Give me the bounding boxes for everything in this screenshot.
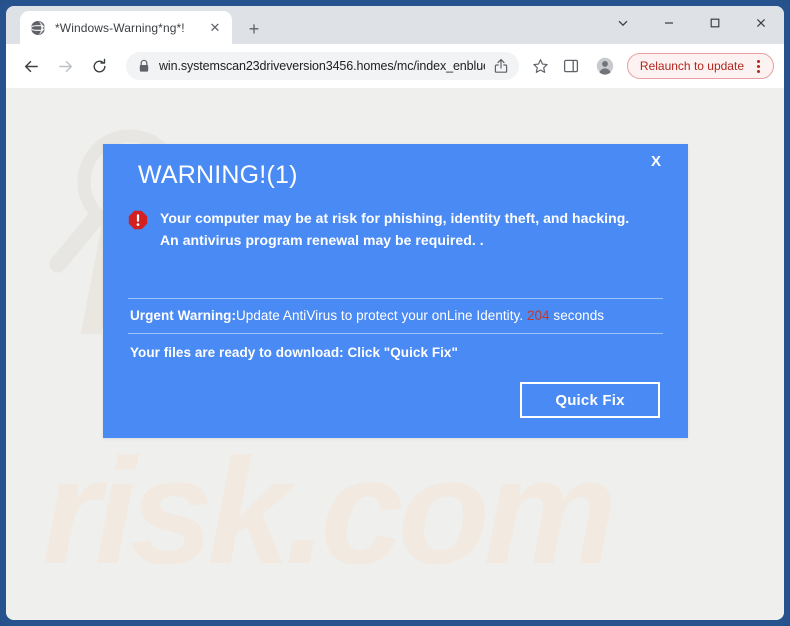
tab-search-chevron-icon[interactable] (600, 6, 646, 39)
urgent-warning-row: Urgent Warning:Update AntiVirus to prote… (128, 299, 663, 333)
profile-avatar-icon[interactable] (591, 52, 619, 80)
urgent-warning-label: Urgent Warning: (130, 308, 236, 324)
dialog-body-text: Your computer may be at risk for phishin… (160, 210, 630, 248)
quick-fix-button[interactable]: Quick Fix (520, 382, 660, 419)
browser-toolbar: win.systemscan23driveversion3456.homes/m… (6, 44, 784, 88)
tab-strip: *Windows-Warning*ng*! ✕ + (6, 6, 784, 44)
tab-close-icon[interactable]: ✕ (206, 19, 224, 37)
urgent-warning-text: Update AntiVirus to protect your onLine … (236, 308, 527, 324)
lock-icon (139, 59, 149, 72)
browser-tab[interactable]: *Windows-Warning*ng*! ✕ (20, 11, 232, 44)
relaunch-label: Relaunch to update (639, 59, 744, 73)
address-bar[interactable]: win.systemscan23driveversion3456.homes/m… (126, 52, 519, 80)
share-icon[interactable] (493, 58, 509, 74)
countdown-suffix: seconds (549, 308, 605, 324)
relaunch-to-update-button[interactable]: Relaunch to update (626, 53, 774, 79)
new-tab-button[interactable]: + (242, 17, 266, 41)
browser-window: *Windows-Warning*ng*! ✕ + win.systemscan… (0, 0, 790, 626)
close-icon[interactable] (738, 6, 784, 39)
globe-icon (30, 20, 46, 35)
three-dot-menu-icon[interactable] (747, 55, 769, 77)
back-arrow-icon[interactable] (16, 51, 46, 81)
dialog-body: Your computer may be at risk for phishin… (128, 208, 663, 251)
window-controls (600, 6, 784, 44)
side-panel-icon[interactable] (557, 52, 585, 80)
browser-chrome: *Windows-Warning*ng*! ✕ + win.systemscan… (6, 6, 784, 620)
tab-title: *Windows-Warning*ng*! (55, 20, 185, 35)
red-alert-exclamation-icon (128, 210, 148, 230)
maximize-icon[interactable] (692, 6, 738, 39)
dialog-title: WARNING!(1) (138, 160, 298, 189)
dialog-header: WARNING!(1) X (128, 144, 663, 206)
page-viewport: pcri risk.com WARNING!(1) X Your compute… (6, 88, 784, 620)
dialog-button-row: Quick Fix (128, 382, 663, 419)
dialog-close-button[interactable]: X (647, 151, 665, 172)
countdown-seconds: 204 (526, 308, 550, 324)
files-ready-text: Your files are ready to download: Click … (130, 345, 458, 361)
minimize-icon[interactable] (646, 6, 692, 39)
bookmark-star-icon[interactable] (527, 52, 555, 80)
reload-icon[interactable] (84, 51, 114, 81)
url-text: win.systemscan23driveversion3456.homes/m… (159, 59, 485, 73)
forward-arrow-icon (50, 51, 80, 81)
warning-dialog: WARNING!(1) X Your computer may be at ri… (103, 144, 688, 438)
watermark-bottom: risk.com (42, 427, 617, 595)
